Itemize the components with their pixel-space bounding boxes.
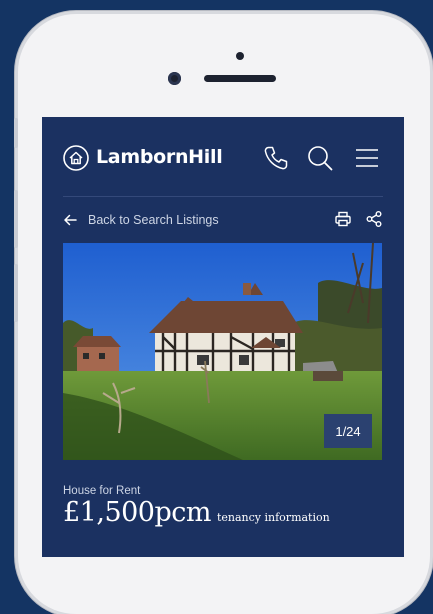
- price-row: £1,500pcm tenancy information: [63, 497, 330, 528]
- search-icon[interactable]: [306, 144, 334, 172]
- site-header: LambornHill: [42, 117, 404, 197]
- tenancy-information-link[interactable]: tenancy information: [217, 511, 330, 524]
- sensor-dot: [236, 52, 244, 60]
- arrow-left-icon: [64, 214, 77, 226]
- header-divider: [63, 196, 383, 197]
- front-camera: [168, 72, 181, 85]
- listing-type: House for Rent: [63, 485, 141, 497]
- app-screen: LambornHill Back to Search Listings 1/24…: [42, 117, 404, 557]
- share-icon[interactable]: [365, 210, 383, 228]
- mute-switch: [14, 118, 18, 148]
- back-to-search-link[interactable]: Back to Search Listings: [63, 211, 219, 229]
- print-icon[interactable]: [334, 210, 352, 228]
- menu-icon[interactable]: [353, 144, 381, 172]
- listing-photo[interactable]: 1/24: [63, 243, 382, 460]
- listing-price: £1,500pcm: [63, 497, 211, 528]
- photo-counter: 1/24: [324, 414, 372, 448]
- earpiece-speaker: [204, 75, 276, 82]
- house-circle-icon[interactable]: [63, 145, 89, 171]
- brand-name[interactable]: LambornHill: [96, 146, 223, 168]
- phone-icon[interactable]: [262, 144, 290, 172]
- back-label: Back to Search Listings: [88, 213, 219, 227]
- volume-down-button: [14, 264, 18, 322]
- volume-up-button: [14, 190, 18, 248]
